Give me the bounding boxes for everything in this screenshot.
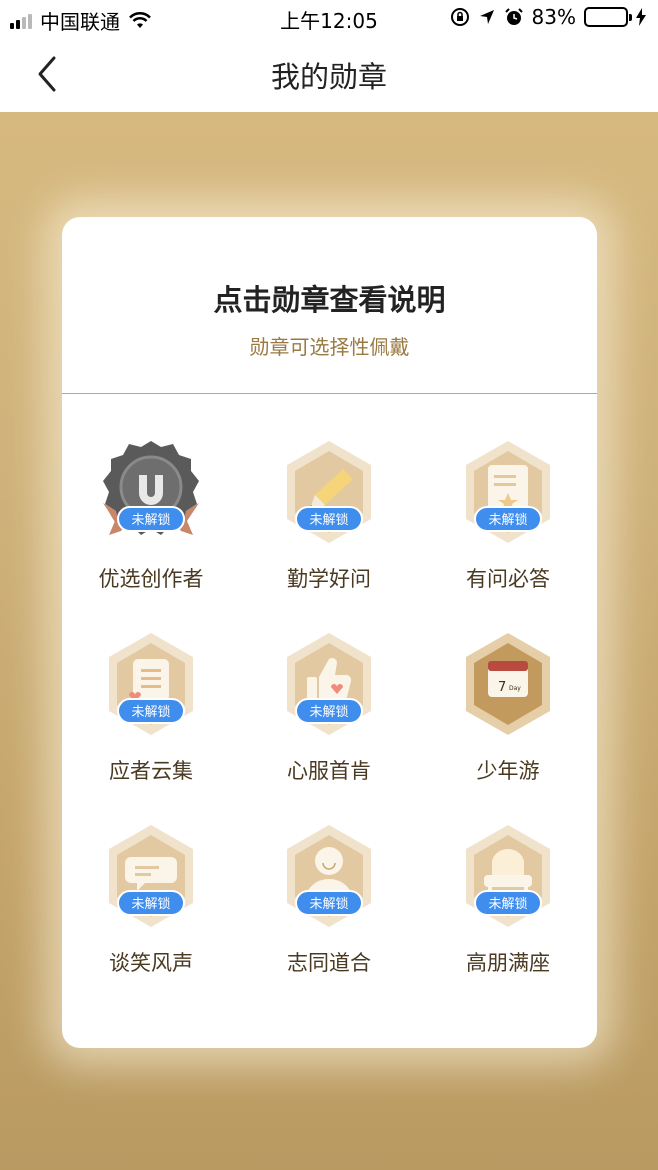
badge-item[interactable]: 未解锁 有问必答: [419, 439, 597, 619]
locked-tag: 未解锁: [295, 698, 363, 724]
calendar-icon: 7 Day: [466, 633, 550, 735]
calendar-day-unit: Day: [509, 685, 521, 692]
badge-item[interactable]: 未解锁 勤学好问: [240, 439, 418, 619]
charging-bolt-icon: [636, 8, 646, 26]
person-icon: [287, 825, 371, 927]
status-right: 83%: [450, 5, 646, 29]
badge-item[interactable]: 未解锁 志同道合: [240, 823, 418, 1003]
calendar-day-number: 7: [498, 680, 506, 695]
badge-item[interactable]: 未解锁 优选创作者: [62, 439, 240, 619]
nav-bar: 我的勋章: [0, 36, 658, 112]
page-title: 我的勋章: [270, 60, 387, 94]
badge-item[interactable]: 未解锁 谈笑风声: [62, 823, 240, 1003]
locked-tag: 未解锁: [117, 890, 185, 916]
badge-name: 志同道合: [287, 951, 371, 975]
locked-tag: 未解锁: [117, 506, 185, 532]
badge-name: 有问必答: [466, 567, 550, 591]
locked-tag: 未解锁: [474, 506, 542, 532]
badge-name: 应者云集: [109, 759, 193, 783]
list-heart-icon: [109, 633, 193, 735]
badge-card: 点击勋章查看说明 勋章可选择性佩戴 未解锁 优选创作者 未解锁 勤学好问 未解锁…: [62, 217, 597, 1048]
badge-name: 心服首肯: [287, 759, 371, 783]
thumbs-up-icon: [287, 633, 371, 735]
award-medal-icon: [103, 441, 199, 535]
status-bar: 中国联通 上午12:05 83%: [0, 0, 658, 36]
badge-item[interactable]: 未解锁 应者云集: [62, 631, 240, 811]
badge-name: 高朋满座: [466, 951, 550, 975]
badge-name: 优选创作者: [98, 567, 204, 591]
badge-item[interactable]: 未解锁 高朋满座: [419, 823, 597, 1003]
sofa-icon: [466, 825, 550, 927]
battery-percent: 83%: [531, 5, 576, 29]
badge-name: 谈笑风声: [109, 951, 193, 975]
alarm-icon: [504, 8, 523, 25]
badge-item[interactable]: 未解锁 心服首肯: [240, 631, 418, 811]
badge-name: 勤学好问: [287, 567, 371, 591]
locked-tag: 未解锁: [474, 890, 542, 916]
chat-bubble-icon: [109, 825, 193, 927]
pencil-icon: [287, 441, 371, 543]
locked-tag: 未解锁: [117, 698, 185, 724]
locked-tag: 未解锁: [295, 890, 363, 916]
note-star-icon: [466, 441, 550, 543]
location-icon: [479, 10, 494, 24]
card-title: 点击勋章查看说明: [213, 283, 446, 317]
rotation-lock-icon: [450, 8, 469, 26]
locked-tag: 未解锁: [295, 506, 363, 532]
card-subtitle: 勋章可选择性佩戴: [249, 335, 410, 359]
divider: [62, 393, 597, 394]
badge-name: 少年游: [476, 759, 540, 783]
badge-item[interactable]: 7 Day 少年游: [419, 631, 597, 811]
battery-icon: [584, 7, 632, 27]
